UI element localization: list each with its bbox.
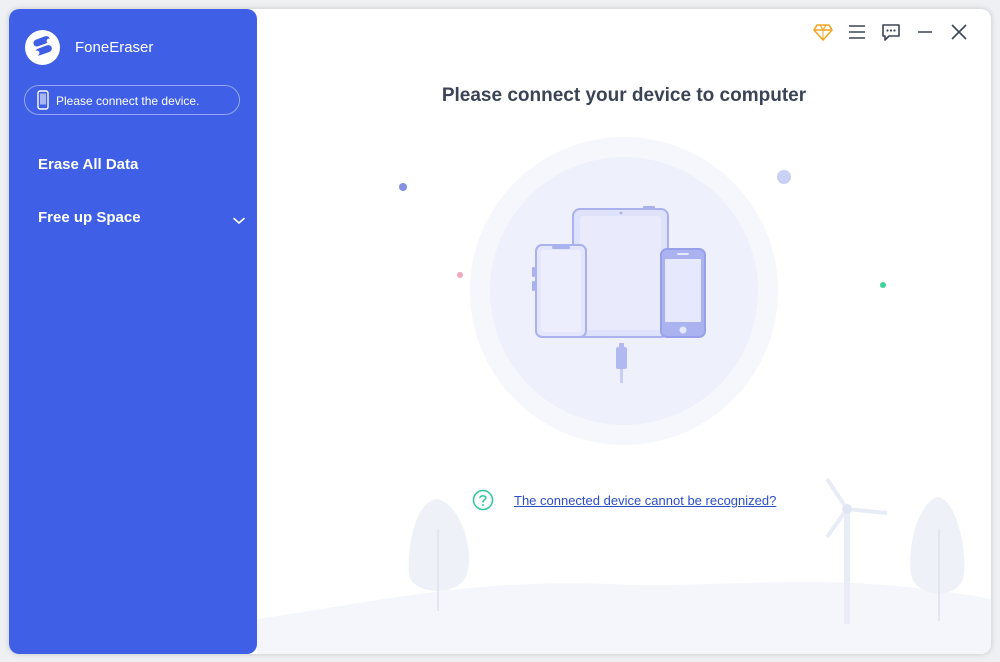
page-title: Please connect your device to computer bbox=[441, 85, 807, 106]
app-window: FoneEraser Please connect the device. Er… bbox=[9, 9, 991, 654]
device-not-recognized-link[interactable]: The connected device cannot be recognize… bbox=[514, 493, 776, 508]
feedback-icon[interactable] bbox=[880, 21, 902, 43]
sidebar-item-free-up-space[interactable]: Free up Space bbox=[9, 198, 257, 238]
device-status-text: Please connect the device. bbox=[56, 94, 200, 108]
device-status-pill: Please connect the device. bbox=[24, 85, 240, 115]
sidebar-item-label: Free up Space bbox=[38, 209, 141, 226]
app-name: FoneEraser bbox=[75, 39, 154, 56]
phone-icon bbox=[37, 90, 49, 115]
diamond-icon[interactable] bbox=[812, 21, 834, 43]
minimize-icon[interactable] bbox=[914, 21, 936, 43]
sidebar-item-label: Erase All Data bbox=[38, 156, 139, 173]
sidebar-item-erase-all-data[interactable]: Erase All Data bbox=[9, 145, 257, 185]
close-icon[interactable] bbox=[948, 21, 970, 43]
menu-icon[interactable] bbox=[846, 21, 868, 43]
help-question-icon[interactable] bbox=[472, 489, 494, 511]
app-logo-icon bbox=[25, 30, 60, 65]
sidebar: FoneEraser Please connect the device. Er… bbox=[9, 9, 257, 654]
chevron-down-icon[interactable] bbox=[233, 212, 245, 230]
